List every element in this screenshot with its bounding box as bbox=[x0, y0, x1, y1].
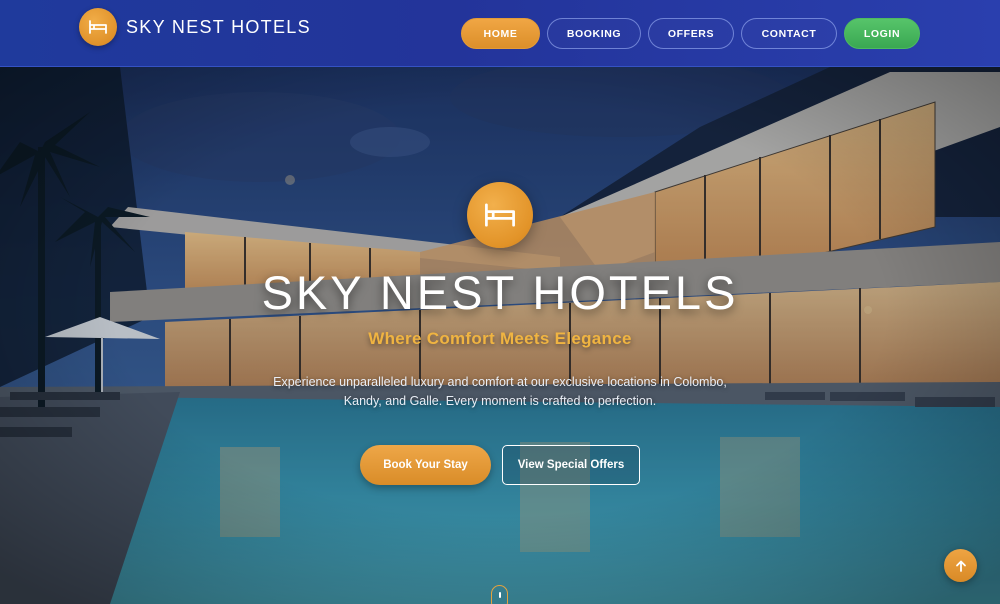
back-to-top-button[interactable] bbox=[944, 549, 977, 582]
hero-tagline: Where Comfort Meets Elegance bbox=[368, 329, 632, 348]
bed-icon bbox=[79, 8, 117, 46]
hero-section: SKY NEST HOTELS Where Comfort Meets Eleg… bbox=[0, 67, 1000, 604]
brand-logo[interactable]: SKY NEST HOTELS bbox=[79, 8, 311, 46]
arrow-up-icon bbox=[955, 560, 966, 572]
nav-home-button[interactable]: HOME bbox=[461, 18, 540, 49]
nav-booking-button[interactable]: BOOKING bbox=[547, 18, 641, 49]
bed-icon bbox=[467, 182, 533, 248]
hero-description: Experience unparalleled luxury and comfo… bbox=[273, 375, 727, 408]
book-your-stay-button[interactable]: Book Your Stay bbox=[360, 445, 491, 485]
main-nav: HOME BOOKING OFFERS CONTACT LOGIN bbox=[461, 18, 920, 49]
brand-name: SKY NEST HOTELS bbox=[126, 16, 311, 37]
hero-title: SKY NEST HOTELS bbox=[261, 266, 739, 319]
nav-contact-button[interactable]: CONTACT bbox=[741, 18, 837, 49]
navbar: SKY NEST HOTELS HOME BOOKING OFFERS CONT… bbox=[0, 0, 1000, 67]
hero-content: SKY NEST HOTELS Where Comfort Meets Eleg… bbox=[0, 67, 1000, 604]
scroll-wheel-dot bbox=[498, 592, 501, 598]
mouse-scroll-icon[interactable] bbox=[491, 585, 508, 604]
view-special-offers-button[interactable]: View Special Offers bbox=[502, 445, 640, 485]
login-button[interactable]: LOGIN bbox=[844, 18, 920, 49]
nav-offers-button[interactable]: OFFERS bbox=[648, 18, 734, 49]
